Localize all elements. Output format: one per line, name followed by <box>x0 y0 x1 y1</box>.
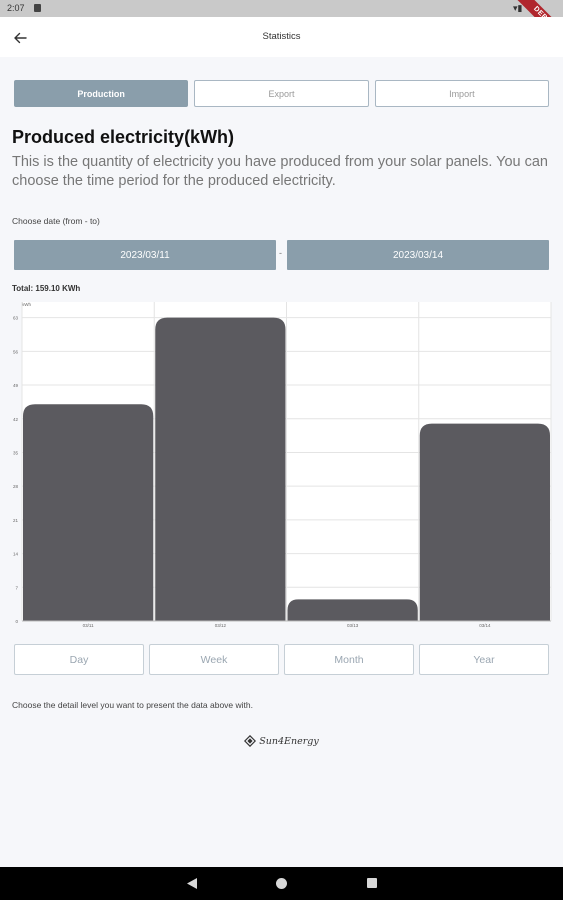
y-tick-label: 49 <box>13 383 19 388</box>
y-tick-label: 42 <box>13 417 19 422</box>
notification-icon <box>34 4 41 12</box>
tab-production[interactable]: Production <box>14 80 189 107</box>
y-tick-label: 28 <box>13 484 19 489</box>
y-tick-label: 63 <box>13 316 19 321</box>
tab-export[interactable]: Export <box>194 80 369 107</box>
x-tick-label: 03/14 <box>479 623 491 628</box>
chart-bar <box>419 423 550 621</box>
wifi-icon: ▾▮ <box>513 3 523 13</box>
nav-home-icon[interactable] <box>276 878 287 889</box>
y-tick-label: 14 <box>13 552 19 557</box>
chart-bar <box>23 404 154 621</box>
section-description: This is the quantity of electricity you … <box>12 154 548 189</box>
x-tick-label: 03/13 <box>347 623 359 628</box>
y-tick-label: 35 <box>13 450 19 455</box>
y-tick-label: 56 <box>13 349 19 354</box>
system-nav-bar <box>0 867 563 900</box>
chart-bar <box>287 599 418 621</box>
sun-logo-icon <box>244 735 257 747</box>
status-time: 2:07 <box>7 3 25 13</box>
production-bar-chart: 0 7 14 21 28 35 42 49 56 63 kWh 03/11 03/12 03/13 03/1… <box>13 302 552 628</box>
chart-bar <box>155 317 286 621</box>
page-title: Statistics <box>262 31 301 42</box>
app-bar: Statistics <box>0 17 563 57</box>
y-tick-label: 21 <box>13 518 19 523</box>
y-tick-label: 7 <box>15 585 18 590</box>
brand-name: Sun4Energy <box>259 735 319 747</box>
date-separator: - <box>279 248 282 258</box>
tab-bar: Production Export Import <box>14 80 549 107</box>
tab-import[interactable]: Import <box>374 80 549 107</box>
nav-back-icon[interactable] <box>186 877 198 890</box>
period-day-button[interactable]: Day <box>14 644 144 675</box>
y-tick-label: 0 <box>15 619 18 624</box>
period-week-button[interactable]: Week <box>149 644 279 675</box>
section-heading: Produced electricity(kWh) <box>12 127 235 147</box>
detail-level-hint: Choose the detail level you want to pres… <box>12 700 253 710</box>
status-bar: 2:07 ▾▮ <box>0 0 563 17</box>
period-month-button[interactable]: Month <box>284 644 414 675</box>
period-selector: Day Week Month Year <box>14 644 549 675</box>
nav-recents-icon[interactable] <box>367 878 377 888</box>
date-to-button[interactable]: 2023/03/14 <box>287 240 549 270</box>
period-year-button[interactable]: Year <box>419 644 549 675</box>
date-from-button[interactable]: 2023/03/11 <box>14 240 276 270</box>
total-label: Total: 159.10 KWh <box>12 284 81 293</box>
brand-logo: Sun4Energy <box>0 735 563 747</box>
y-axis-label: kWh <box>22 302 31 307</box>
date-range-label: Choose date (from - to) <box>12 216 100 226</box>
x-tick-label: 03/11 <box>83 623 94 628</box>
x-tick-label: 03/12 <box>215 623 227 628</box>
